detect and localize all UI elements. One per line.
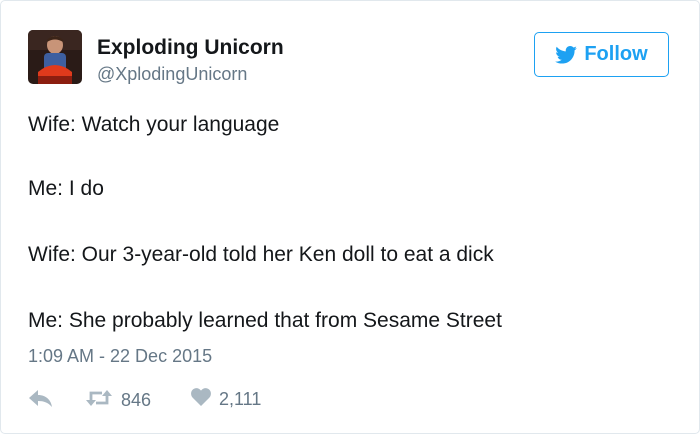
twitter-bird-icon bbox=[555, 45, 578, 64]
user-handle[interactable]: @XplodingUnicorn bbox=[97, 64, 247, 85]
display-name[interactable]: Exploding Unicorn bbox=[97, 36, 284, 60]
like-button[interactable]: 2,111 bbox=[191, 388, 261, 411]
tweet-text-line: Me: I do bbox=[28, 177, 104, 200]
reply-button[interactable] bbox=[29, 390, 53, 413]
follow-button[interactable]: Follow bbox=[534, 32, 669, 77]
timestamp[interactable]: 1:09 AM - 22 Dec 2015 bbox=[28, 346, 212, 367]
tweet-text-line: Wife: Watch your language bbox=[28, 113, 280, 136]
retweet-button[interactable]: 846 bbox=[85, 388, 151, 413]
retweet-icon bbox=[85, 388, 113, 413]
reply-icon bbox=[29, 390, 53, 413]
like-count: 2,111 bbox=[219, 389, 262, 409]
heart-icon bbox=[191, 388, 211, 411]
follow-label: Follow bbox=[584, 43, 648, 65]
avatar[interactable] bbox=[28, 30, 82, 84]
tweet-text-line: Wife: Our 3-year-old told her Ken doll t… bbox=[28, 243, 494, 266]
tweet-text-line: Me: She probably learned that from Sesam… bbox=[28, 309, 502, 332]
tweet-card: Exploding Unicorn @XplodingUnicorn Follo… bbox=[0, 0, 700, 434]
retweet-count: 846 bbox=[121, 390, 152, 410]
